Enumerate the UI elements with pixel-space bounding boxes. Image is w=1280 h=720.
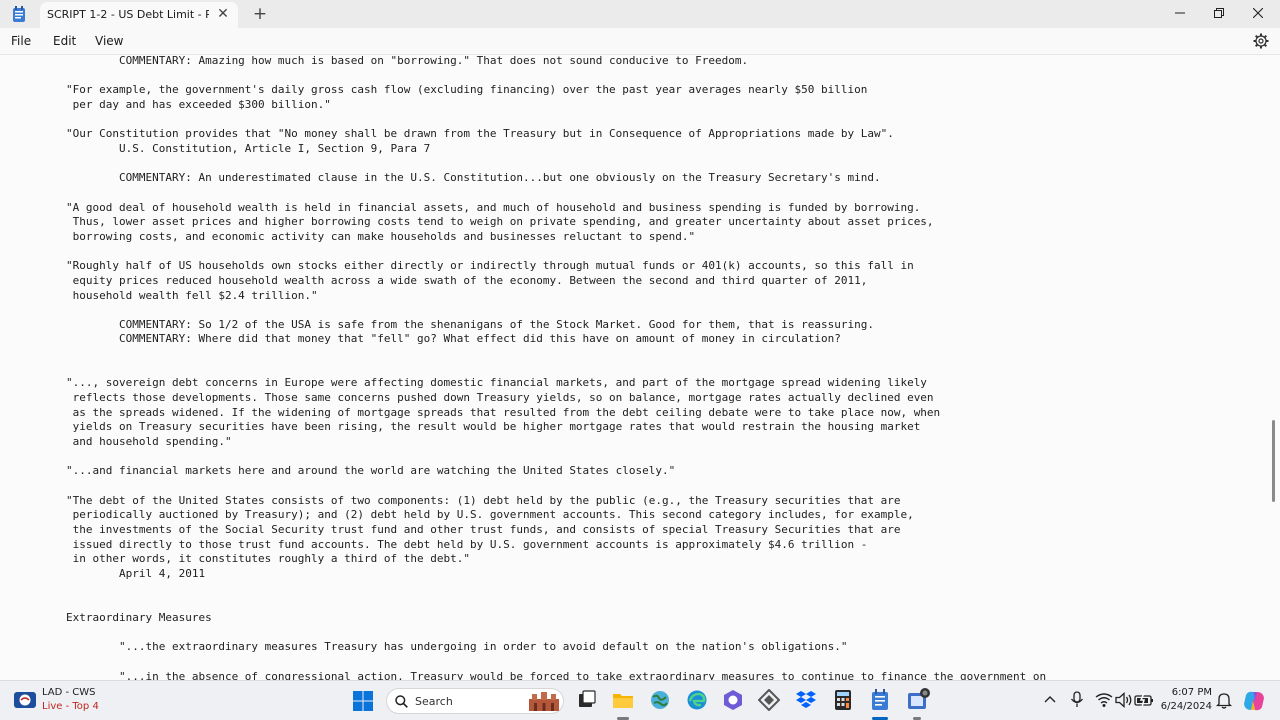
minimize-button[interactable] bbox=[1161, 0, 1199, 26]
task-view-icon[interactable] bbox=[576, 689, 598, 711]
wifi-icon[interactable] bbox=[1095, 692, 1113, 708]
document-line: "The debt of the United States consists … bbox=[66, 493, 901, 507]
taskbar: LAD - CWS Live - Top 4 Search 6:07 PM 6/… bbox=[0, 680, 1280, 720]
snipping-tool-icon[interactable] bbox=[906, 687, 932, 713]
document-line: COMMENTARY: An underestimated clause in … bbox=[66, 171, 881, 185]
document-line: "For example, the government's daily gro… bbox=[66, 83, 868, 97]
notepad-taskbar-icon[interactable] bbox=[869, 689, 891, 711]
copilot-icon[interactable] bbox=[1242, 689, 1266, 713]
restore-button[interactable] bbox=[1200, 0, 1238, 26]
document-line: COMMENTARY: Amazing how much is based on… bbox=[66, 55, 749, 67]
document-line: reflects those developments. Those same … bbox=[66, 391, 934, 405]
document-line: COMMENTARY: Where did that money that "f… bbox=[66, 332, 841, 346]
menu-view[interactable]: View bbox=[95, 34, 123, 48]
microphone-icon[interactable] bbox=[1069, 691, 1085, 709]
clock-time[interactable]: 6:07 PM bbox=[1162, 687, 1212, 698]
menu-bar: File Edit View bbox=[0, 28, 1280, 55]
document-line: "Roughly half of US households own stock… bbox=[66, 259, 914, 273]
battery-charging-icon[interactable] bbox=[1134, 692, 1154, 708]
menu-edit[interactable]: Edit bbox=[53, 34, 76, 48]
search-icon bbox=[395, 695, 408, 708]
close-tab-icon[interactable]: ✕ bbox=[214, 5, 232, 23]
document-line: "...in the absence of congressional acti… bbox=[66, 669, 1047, 680]
document-line: "Our Constitution provides that "No mone… bbox=[66, 127, 894, 141]
document-tab[interactable]: SCRIPT 1-2 - US Debt Limit - Poor I ✕ bbox=[40, 2, 238, 28]
document-line: periodically auctioned by Treasury); and… bbox=[66, 508, 914, 522]
text-editor[interactable]: COMMENTARY: Amazing how much is based on… bbox=[0, 55, 1280, 680]
document-line: "..., sovereign debt concerns in Europe … bbox=[66, 376, 927, 390]
news-widget-title[interactable]: LAD - CWS bbox=[42, 687, 96, 698]
restore-icon bbox=[1214, 8, 1224, 18]
document-line: "...the extraordinary measures Treasury … bbox=[66, 640, 848, 654]
minimize-icon bbox=[1175, 12, 1185, 14]
notepad-app-icon bbox=[13, 6, 25, 22]
dodgers-logo-icon[interactable] bbox=[14, 690, 36, 710]
taskbar-search-box[interactable]: Search bbox=[386, 688, 564, 714]
document-line: as the spreads widened. If the widening … bbox=[66, 405, 941, 419]
news-widget-status[interactable]: Live - Top 4 bbox=[42, 701, 99, 712]
clock-date[interactable]: 6/24/2024 bbox=[1152, 701, 1212, 712]
document-line: COMMENTARY: So 1/2 of the USA is safe fr… bbox=[66, 317, 874, 331]
document-line: borrowing costs, and economic activity c… bbox=[66, 229, 696, 243]
document-line: April 4, 2011 bbox=[66, 566, 206, 580]
document-line: household wealth fell $2.4 trillion." bbox=[66, 288, 318, 302]
notification-bell-icon[interactable] bbox=[1216, 692, 1232, 709]
chevron-up-icon[interactable] bbox=[1043, 693, 1057, 707]
search-highlight-icon bbox=[529, 692, 559, 711]
document-line: "...and financial markets here and aroun… bbox=[66, 464, 676, 478]
title-bar: SCRIPT 1-2 - US Debt Limit - Poor I ✕ + bbox=[0, 0, 1280, 28]
document-text[interactable]: COMMENTARY: Amazing how much is based on… bbox=[66, 55, 1046, 680]
menu-file[interactable]: File bbox=[11, 34, 31, 48]
document-line: per day and has exceeded $300 billion." bbox=[66, 97, 331, 111]
weather-globe-icon[interactable] bbox=[649, 689, 671, 711]
copilot-hex-icon[interactable] bbox=[722, 689, 744, 711]
document-line: issued directly to those trust fund acco… bbox=[66, 537, 868, 551]
grid-app-icon[interactable] bbox=[758, 689, 780, 711]
tab-title: SCRIPT 1-2 - US Debt Limit - Poor I bbox=[47, 8, 209, 21]
volume-icon[interactable] bbox=[1115, 692, 1133, 708]
document-line: U.S. Constitution, Article I, Section 9,… bbox=[66, 141, 431, 155]
document-line: the investments of the Social Security t… bbox=[66, 523, 901, 536]
document-line: Extraordinary Measures bbox=[66, 610, 212, 624]
document-line: in other words, it constitutes roughly a… bbox=[66, 552, 470, 566]
document-line: yields on Treasury securities have been … bbox=[66, 420, 921, 434]
calculator-icon[interactable] bbox=[832, 689, 854, 711]
close-icon bbox=[1253, 8, 1263, 18]
search-label: Search bbox=[415, 695, 453, 708]
close-window-button[interactable] bbox=[1239, 0, 1277, 26]
dropbox-icon[interactable] bbox=[795, 689, 817, 711]
settings-gear-icon[interactable] bbox=[1253, 33, 1269, 49]
document-line: Thus, lower asset prices and higher borr… bbox=[66, 215, 934, 229]
document-line: equity prices reduced household wealth a… bbox=[66, 273, 868, 287]
windows-start-icon[interactable] bbox=[352, 690, 374, 712]
vertical-scrollbar-thumb[interactable] bbox=[1272, 420, 1275, 502]
document-line: and household spending." bbox=[66, 435, 232, 449]
new-tab-button[interactable]: + bbox=[250, 4, 270, 24]
file-explorer-icon[interactable] bbox=[612, 689, 634, 711]
edge-browser-icon[interactable] bbox=[686, 689, 708, 711]
document-line: "A good deal of household wealth is held… bbox=[66, 200, 921, 214]
